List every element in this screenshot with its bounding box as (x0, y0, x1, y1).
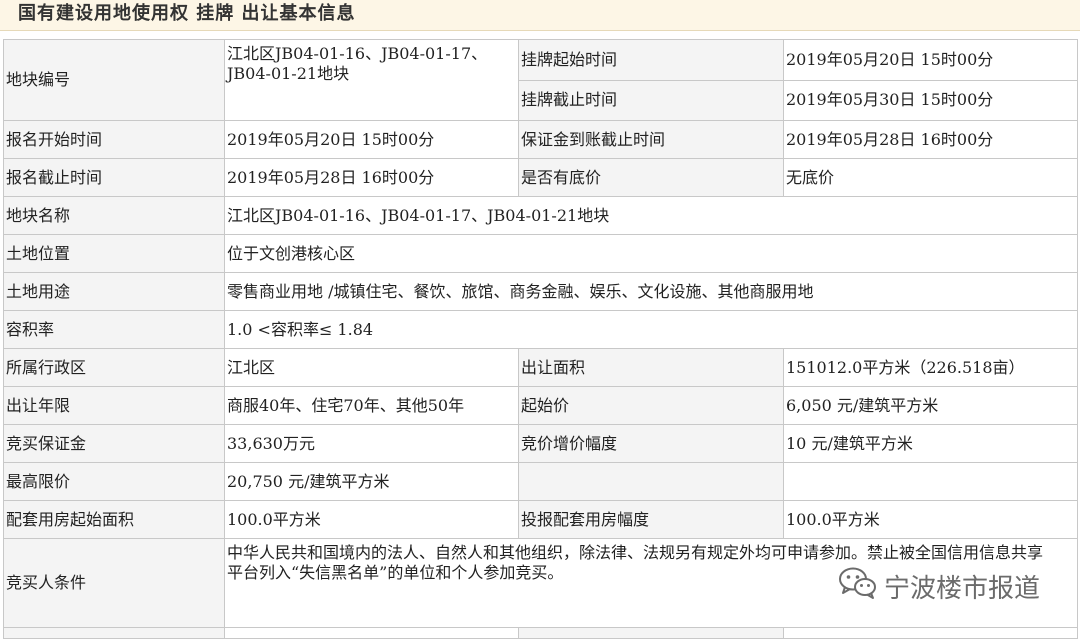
table-row: 报名截止时间 2019年05月28日 16时00分 是否有底价 无底价 (3, 158, 1078, 197)
table-row (3, 627, 1078, 639)
value-housing-step: 100.0平方米 (783, 500, 1078, 539)
value-deposit-deadline: 2019年05月28日 16时00分 (783, 120, 1078, 159)
table-row: 配套用房起始面积 100.0平方米 投报配套用房幅度 100.0平方米 (3, 500, 1078, 539)
table-row: 地块编号 江北区JB04-01-16、JB04-01-17、JB04-01-21… (3, 39, 1078, 121)
empty-cell (783, 462, 1078, 501)
label-reg-end: 报名截止时间 (3, 158, 225, 197)
label-start-price: 起始价 (518, 386, 784, 425)
empty-cell (518, 462, 784, 501)
value-parcel-no: 江北区JB04-01-16、JB04-01-17、JB04-01-21地块 (224, 39, 519, 121)
table-row: 报名开始时间 2019年05月20日 15时00分 保证金到账截止时间 2019… (3, 120, 1078, 159)
value-term: 商服40年、住宅70年、其他50年 (224, 386, 519, 425)
page-title: 国有建设用地使用权 挂牌 出让基本信息 (0, 0, 1080, 31)
table-row: 容积率 1.0 <容积率≤ 1.84 (3, 310, 1078, 349)
label-housing-start: 配套用房起始面积 (3, 500, 225, 539)
table-row: 所属行政区 江北区 出让面积 151012.0平方米（226.518亩） (3, 348, 1078, 387)
label-bid-deposit: 竞买保证金 (3, 424, 225, 463)
wechat-icon (838, 566, 884, 607)
label-housing-step: 投报配套用房幅度 (518, 500, 784, 539)
empty-cell (518, 627, 784, 639)
table-row: 出让年限 商服40年、住宅70年、其他50年 起始价 6,050 元/建筑平方米 (3, 386, 1078, 425)
label-location: 土地位置 (3, 234, 225, 273)
label-parcel-name: 地块名称 (3, 196, 225, 235)
label-deposit-deadline: 保证金到账截止时间 (518, 120, 784, 159)
value-listing-end: 2019年05月30日 15时00分 (783, 79, 1078, 121)
watermark-text: 宁波楼市报道 (884, 574, 1041, 604)
label-conditions: 竞买人条件 (3, 538, 225, 628)
value-increment: 10 元/建筑平方米 (783, 424, 1078, 463)
land-info-table: 地块编号 江北区JB04-01-16、JB04-01-17、JB04-01-21… (3, 39, 1078, 639)
value-reg-end: 2019年05月28日 16时00分 (224, 158, 519, 197)
value-housing-start: 100.0平方米 (224, 500, 519, 539)
label-max-price: 最高限价 (3, 462, 225, 501)
value-usage: 零售商业用地 /城镇住宅、餐饮、旅馆、商务金融、娱乐、文化设施、其他商服用地 (224, 272, 1078, 311)
label-listing-start: 挂牌起始时间 (518, 39, 784, 81)
value-area: 151012.0平方米（226.518亩） (783, 348, 1078, 387)
table-row: 竞买保证金 33,630万元 竞价增价幅度 10 元/建筑平方米 (3, 424, 1078, 463)
watermark: 宁波楼市报道 (838, 566, 1040, 607)
value-bid-deposit: 33,630万元 (224, 424, 519, 463)
label-area: 出让面积 (518, 348, 784, 387)
value-reg-start: 2019年05月20日 15时00分 (224, 120, 519, 159)
value-location: 位于文创港核心区 (224, 234, 1078, 273)
value-parcel-name: 江北区JB04-01-16、JB04-01-17、JB04-01-21地块 (224, 196, 1078, 235)
empty-cell (3, 627, 225, 639)
empty-cell (224, 627, 519, 639)
value-reserve-price: 无底价 (783, 158, 1078, 197)
label-usage: 土地用途 (3, 272, 225, 311)
label-parcel-no: 地块编号 (3, 39, 225, 121)
label-reserve-price: 是否有底价 (518, 158, 784, 197)
value-listing-start: 2019年05月20日 15时00分 (783, 39, 1078, 81)
label-listing-end: 挂牌截止时间 (518, 79, 784, 121)
value-far: 1.0 <容积率≤ 1.84 (224, 310, 1078, 349)
table-row: 土地用途 零售商业用地 /城镇住宅、餐饮、旅馆、商务金融、娱乐、文化设施、其他商… (3, 272, 1078, 311)
table-row: 土地位置 位于文创港核心区 (3, 234, 1078, 273)
label-term: 出让年限 (3, 386, 225, 425)
label-reg-start: 报名开始时间 (3, 120, 225, 159)
label-district: 所属行政区 (3, 348, 225, 387)
value-district: 江北区 (224, 348, 519, 387)
value-start-price: 6,050 元/建筑平方米 (783, 386, 1078, 425)
table-row: 地块名称 江北区JB04-01-16、JB04-01-17、JB04-01-21… (3, 196, 1078, 235)
table-row: 最高限价 20,750 元/建筑平方米 (3, 462, 1078, 501)
value-max-price: 20,750 元/建筑平方米 (224, 462, 519, 501)
empty-cell (783, 627, 1078, 639)
label-increment: 竞价增价幅度 (518, 424, 784, 463)
label-far: 容积率 (3, 310, 225, 349)
